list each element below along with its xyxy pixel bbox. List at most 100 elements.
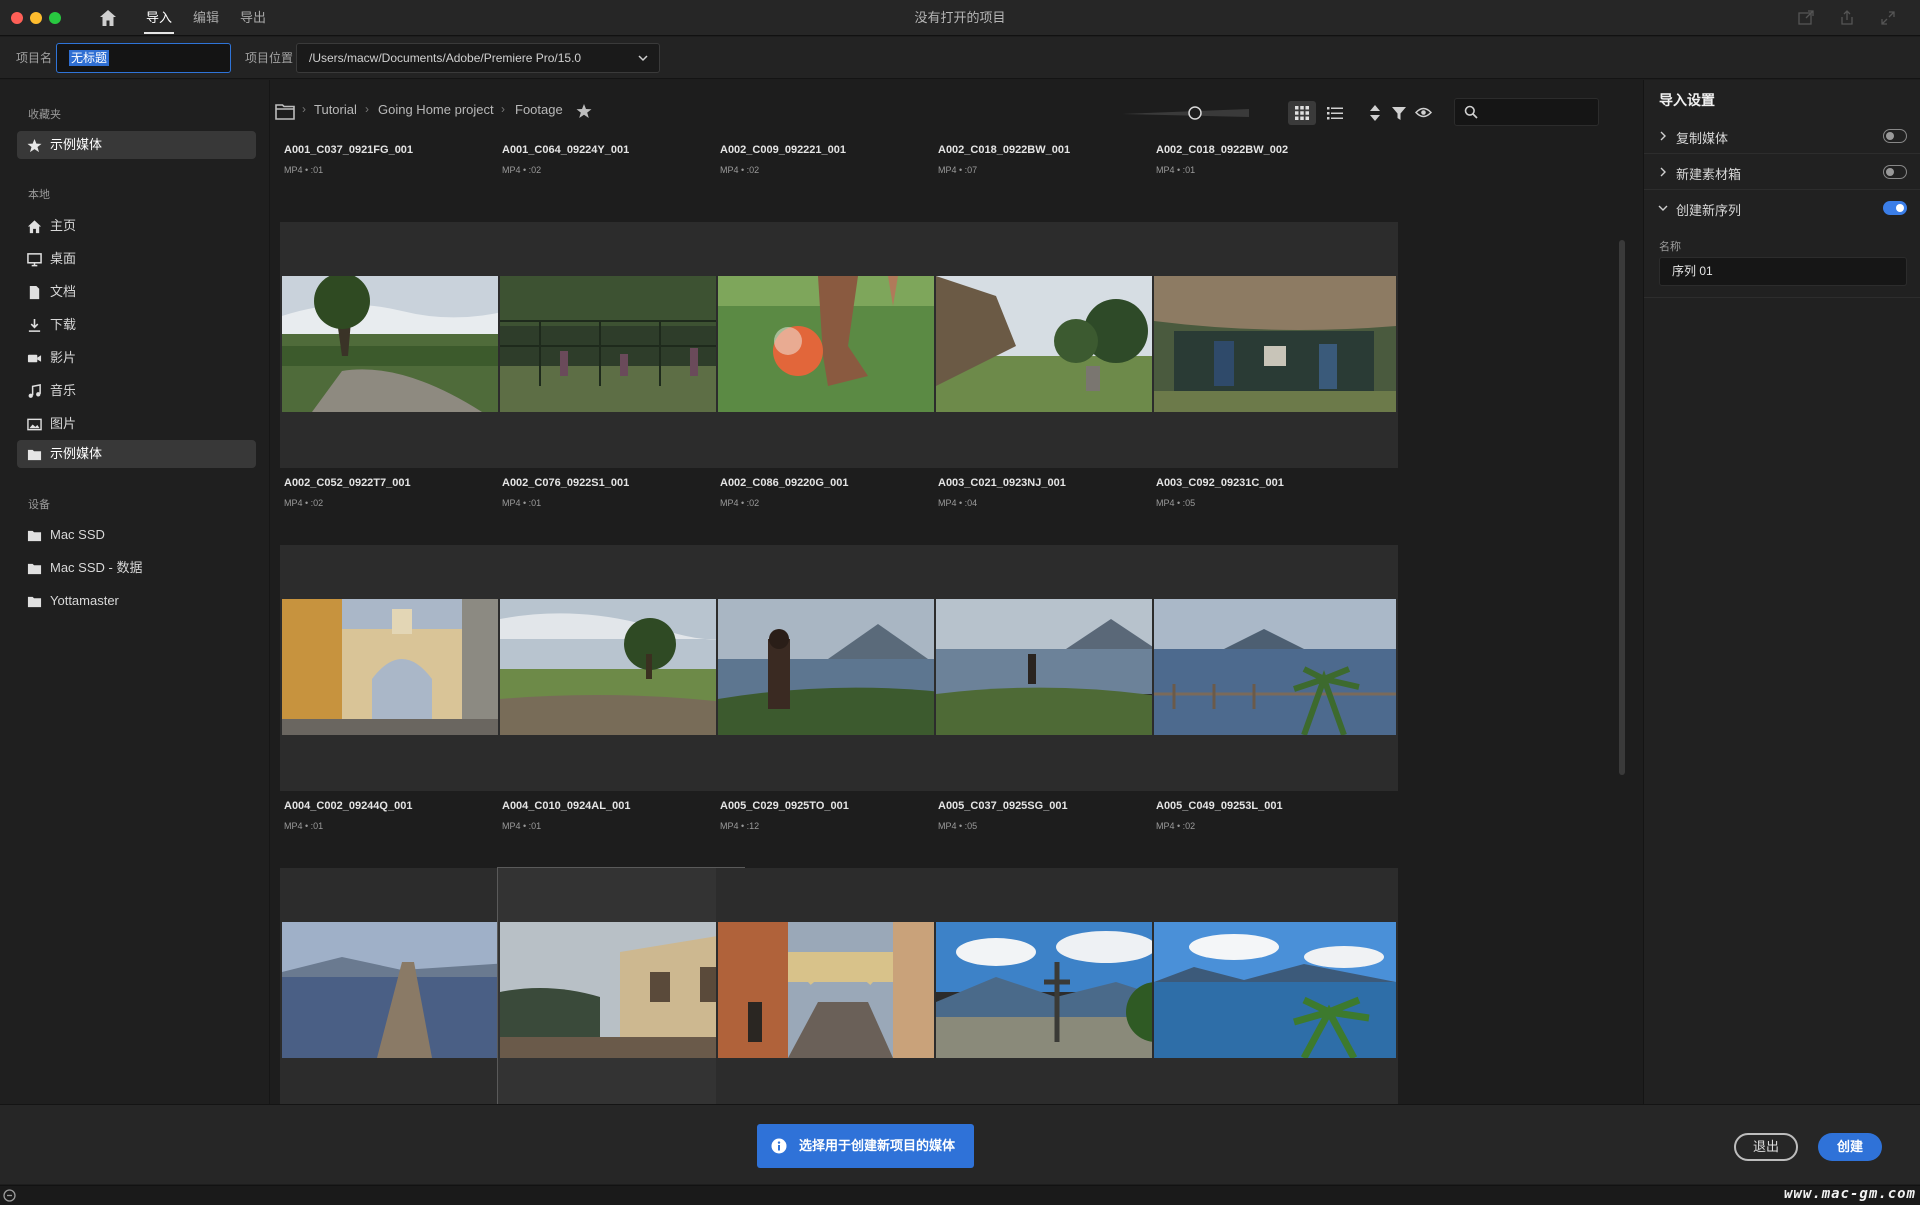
status-bar: www.mac-gm.com — [0, 1185, 1920, 1205]
media-name: A005_C029_0925TO_001 — [720, 800, 849, 812]
folder-icon — [27, 596, 42, 608]
new-bin-label: 新建素材箱 — [1676, 167, 1742, 182]
tab-edit[interactable]: 编辑 — [193, 0, 219, 36]
media-name: A002_C076_0922S1_001 — [502, 477, 630, 489]
list-view-icon[interactable] — [1327, 106, 1343, 121]
share-icon[interactable] — [1838, 9, 1856, 27]
sidebar-item-yottamaster[interactable]: Yottamaster — [17, 587, 256, 615]
filter-icon[interactable] — [1391, 105, 1407, 121]
sidebar-item-label: Yottamaster — [50, 593, 119, 608]
media-meta: MP4 • :02 — [1156, 821, 1196, 831]
media-preview — [500, 599, 742, 735]
status-icon[interactable] — [3, 1189, 16, 1202]
close-window-button[interactable] — [11, 12, 23, 24]
media-meta: MP4 • :07 — [938, 165, 978, 175]
home-icon[interactable] — [98, 8, 118, 28]
create-button[interactable]: 创建 — [1818, 1133, 1882, 1161]
sidebar-item-pictures[interactable]: 图片 — [17, 410, 256, 438]
download-icon — [28, 318, 41, 332]
folder-icon[interactable] — [275, 103, 295, 120]
sidebar-item-label: 桌面 — [50, 251, 77, 266]
search-input[interactable] — [1454, 98, 1599, 126]
sidebar-item-downloads[interactable]: 下载 — [17, 311, 256, 339]
sidebar-item-label: 示例媒体 — [50, 137, 103, 152]
media-name: A004_C002_09244Q_001 — [284, 800, 413, 812]
minimize-window-button[interactable] — [30, 12, 42, 24]
create-sequence-toggle[interactable] — [1883, 201, 1907, 215]
sidebar-item-label: 文档 — [50, 284, 77, 299]
sidebar-item-label: Mac SSD - 数据 — [50, 560, 143, 575]
tab-export[interactable]: 导出 — [240, 0, 266, 36]
fullscreen-icon[interactable] — [1879, 9, 1897, 27]
divider — [1644, 297, 1920, 298]
bottom-bar: 选择用于创建新项目的媒体 退出 创建 — [0, 1104, 1920, 1184]
sidebar-item-movies[interactable]: 影片 — [17, 344, 256, 372]
select-media-info-button[interactable]: 选择用于创建新项目的媒体 — [757, 1124, 974, 1168]
sidebar-item-favorite-sample-media[interactable]: 示例媒体 — [17, 131, 256, 159]
star-icon[interactable] — [576, 103, 592, 119]
create-sequence-row[interactable]: 创建新序列 — [1644, 190, 1920, 226]
sidebar-item-home[interactable]: 主页 — [17, 212, 256, 240]
media-meta: MP4 • :05 — [1156, 498, 1196, 508]
premiere-import-window: 导入 编辑 导出 没有打开的项目 项目名 无标题 项目位置 /Users/mac… — [0, 0, 1920, 1205]
project-location-label: 项目位置 — [245, 51, 294, 65]
media-name: A001_C064_09224Y_001 — [502, 144, 630, 156]
new-bin-toggle[interactable] — [1883, 165, 1907, 179]
project-name-input[interactable]: 无标题 — [56, 43, 231, 73]
import-settings-title: 导入设置 — [1659, 92, 1715, 108]
grid-view-button[interactable] — [1288, 101, 1316, 125]
media-preview — [718, 922, 960, 1058]
home-icon — [27, 220, 42, 234]
sequence-name-input[interactable]: 序列 01 — [1659, 257, 1907, 286]
favorites-heading: 收藏夹 — [28, 109, 61, 121]
create-sequence-label: 创建新序列 — [1676, 203, 1742, 218]
tab-import[interactable]: 导入 — [143, 0, 175, 36]
star-icon — [27, 138, 42, 153]
media-meta: MP4 • :02 — [284, 498, 324, 508]
sidebar-item-label: 主页 — [50, 218, 77, 233]
sidebar-item-mac-ssd-data[interactable]: Mac SSD - 数据 — [17, 554, 256, 582]
folder-icon — [27, 563, 42, 575]
sidebar-item-music[interactable]: 音乐 — [17, 377, 256, 405]
sidebar: 收藏夹 示例媒体 本地 主页 桌面 文档 下载 影片 音乐 图片 示例媒体 设备… — [0, 80, 270, 1104]
exit-button[interactable]: 退出 — [1734, 1133, 1798, 1161]
thumbnail-size-slider[interactable] — [1122, 106, 1252, 120]
breadcrumb-tutorial[interactable]: Tutorial — [314, 102, 357, 117]
local-heading: 本地 — [28, 189, 50, 201]
eye-icon[interactable] — [1415, 106, 1432, 119]
sidebar-item-label: 音乐 — [50, 383, 77, 398]
new-bin-row[interactable]: 新建素材箱 — [1644, 154, 1920, 190]
chevron-right-icon — [1660, 131, 1666, 141]
project-name-label: 项目名 — [16, 51, 53, 65]
media-name: A004_C010_0924AL_001 — [502, 800, 631, 812]
sidebar-item-sample-media[interactable]: 示例媒体 — [17, 440, 256, 468]
project-location-value: /Users/macw/Documents/Adobe/Premiere Pro… — [309, 51, 582, 65]
select-media-info-label: 选择用于创建新项目的媒体 — [799, 1138, 956, 1153]
project-bar: 项目名 无标题 项目位置 /Users/macw/Documents/Adobe… — [0, 37, 1920, 79]
media-browser: › Tutorial › Going Home project › Footag… — [271, 80, 1642, 1104]
sort-icon[interactable] — [1369, 104, 1381, 122]
breadcrumb-separator-icon: › — [365, 102, 369, 116]
copy-media-row[interactable]: 复制媒体 — [1644, 118, 1920, 154]
sidebar-item-mac-ssd[interactable]: Mac SSD — [17, 521, 256, 549]
quick-export-icon[interactable] — [1797, 9, 1815, 27]
media-name: A002_C018_0922BW_001 — [938, 144, 1071, 156]
media-meta: MP4 • :02 — [502, 165, 542, 175]
media-preview — [282, 922, 524, 1058]
zoom-window-button[interactable] — [49, 12, 61, 24]
info-icon — [771, 1138, 787, 1154]
sidebar-item-documents[interactable]: 文档 — [17, 278, 256, 306]
sidebar-item-desktop[interactable]: 桌面 — [17, 245, 256, 273]
chevron-down-icon — [638, 55, 648, 62]
breadcrumb-footage[interactable]: Footage — [515, 102, 563, 117]
devices-heading: 设备 — [28, 499, 50, 511]
breadcrumb-going-home-project[interactable]: Going Home project — [378, 102, 494, 117]
breadcrumb-separator-icon: › — [302, 102, 306, 116]
media-name: A005_C037_0925SG_001 — [938, 800, 1068, 812]
copy-media-toggle[interactable] — [1883, 129, 1907, 143]
project-location-dropdown[interactable]: /Users/macw/Documents/Adobe/Premiere Pro… — [296, 43, 660, 73]
media-preview — [1154, 276, 1396, 412]
scrollbar[interactable] — [1619, 240, 1625, 775]
media-meta: MP4 • :01 — [284, 165, 324, 175]
chevron-right-icon — [1660, 167, 1666, 177]
